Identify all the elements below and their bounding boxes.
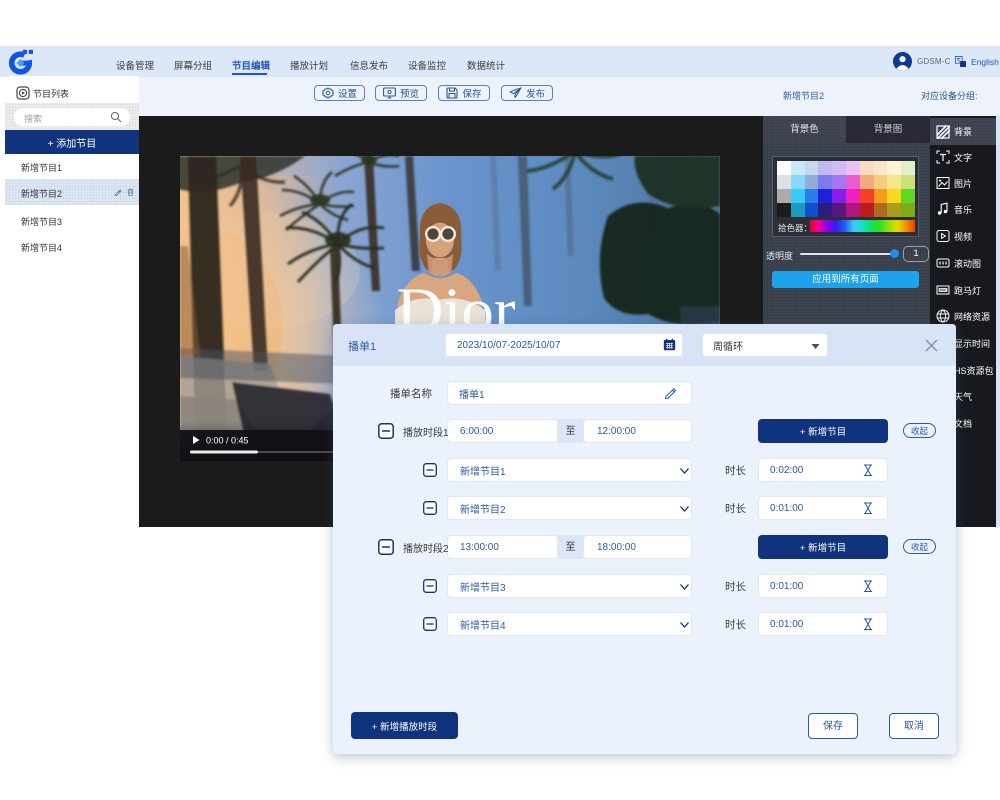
- svg-text:0:00 / 0:45: 0:00 / 0:45: [206, 436, 249, 446]
